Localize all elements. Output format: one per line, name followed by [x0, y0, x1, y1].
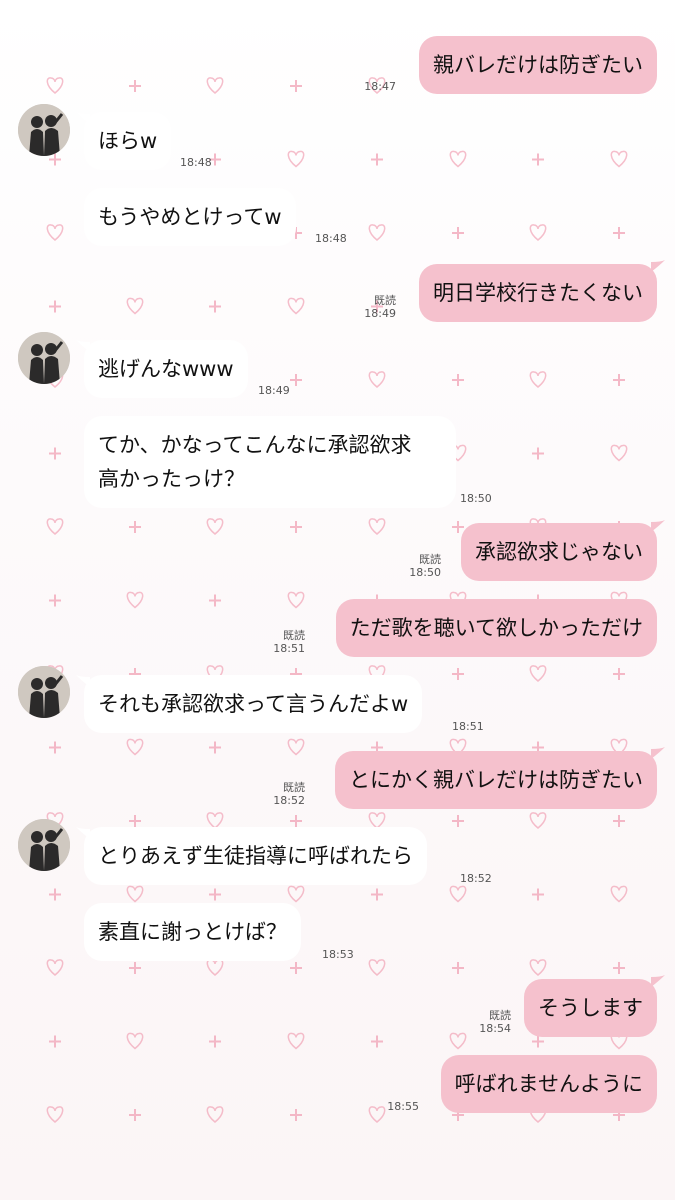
read-receipt: 既読 — [419, 553, 441, 566]
message-meta: 既読 18:52 — [273, 781, 305, 807]
read-receipt: 既読 — [283, 629, 305, 642]
message-meta: 18:55 — [387, 1100, 419, 1113]
message-time: 18:55 — [387, 1100, 419, 1113]
read-receipt: 既読 — [374, 294, 396, 307]
message-meta: 既読 18:50 — [409, 553, 441, 579]
outgoing-message[interactable]: とにかく親バレだけは防ぎたい — [335, 751, 657, 809]
incoming-message[interactable]: 素直に謝っとけば？ — [84, 903, 301, 961]
incoming-message[interactable]: それも承認欲求って言うんだよw — [84, 675, 423, 733]
message-text-line: 高かったっけ？ — [98, 467, 245, 491]
outgoing-message[interactable]: 呼ばれませんように — [440, 1055, 657, 1113]
message-time: 18:51 — [273, 642, 305, 655]
avatar[interactable] — [18, 332, 70, 384]
message-meta: 既読 18:49 — [364, 294, 396, 320]
message-meta: 18:53 — [322, 948, 354, 961]
outgoing-message[interactable]: ただ歌を聴いて欲しかっただけ — [335, 599, 657, 657]
message-text: 逃げんなwww — [98, 357, 234, 381]
incoming-message[interactable]: ほらw — [84, 112, 172, 170]
read-receipt: 既読 — [283, 781, 305, 794]
message-time: 18:53 — [322, 948, 354, 961]
message-meta: 18:51 — [452, 720, 484, 733]
message-time: 18:54 — [479, 1022, 511, 1035]
message-meta: 18:48 — [180, 156, 212, 169]
message-meta: 既読 18:54 — [479, 1009, 511, 1035]
chat-area: 親バレだけは防ぎたい 18:47 ほらw 18:48 もうやめとけってw 18:… — [0, 0, 675, 1200]
message-time: 18:49 — [258, 384, 290, 397]
message-text: そうします — [538, 996, 643, 1020]
message-meta: 18:50 — [460, 492, 492, 505]
incoming-message[interactable]: とりあえず生徒指導に呼ばれたら — [84, 827, 427, 885]
message-time: 18:49 — [364, 307, 396, 320]
outgoing-message[interactable]: 親バレだけは防ぎたい — [419, 36, 657, 94]
message-time: 18:52 — [460, 872, 492, 885]
message-text: 承認欲求じゃない — [475, 540, 643, 564]
message-meta: 既読 18:51 — [273, 629, 305, 655]
message-time: 18:48 — [315, 232, 347, 245]
message-text: とりあえず生徒指導に呼ばれたら — [98, 844, 413, 868]
message-text: 素直に謝っとけば？ — [98, 920, 287, 944]
message-text: もうやめとけってw — [98, 205, 282, 229]
message-text: ほらw — [98, 129, 158, 153]
message-time: 18:48 — [180, 156, 212, 169]
incoming-message[interactable]: てか、かなってこんなに承認欲求 高かったっけ？ — [84, 416, 456, 508]
message-time: 18:52 — [273, 794, 305, 807]
read-receipt: 既読 — [489, 1009, 511, 1022]
message-text: 明日学校行きたくない — [433, 281, 643, 305]
message-text: 親バレだけは防ぎたい — [433, 53, 643, 77]
outgoing-message[interactable]: そうします — [524, 979, 657, 1037]
message-text: それも承認欲求って言うんだよw — [98, 692, 409, 716]
avatar[interactable] — [18, 104, 70, 156]
avatar[interactable] — [18, 666, 70, 718]
message-text: とにかく親バレだけは防ぎたい — [349, 768, 643, 792]
message-meta: 18:47 — [364, 80, 396, 93]
incoming-message[interactable]: 逃げんなwww — [84, 340, 248, 398]
avatar[interactable] — [18, 819, 70, 871]
incoming-message[interactable]: もうやめとけってw — [84, 188, 296, 246]
outgoing-message[interactable]: 明日学校行きたくない — [419, 264, 657, 322]
message-time: 18:50 — [460, 492, 492, 505]
message-meta: 18:52 — [460, 872, 492, 885]
message-meta: 18:49 — [258, 384, 290, 397]
message-meta: 18:48 — [315, 232, 347, 245]
outgoing-message[interactable]: 承認欲求じゃない — [461, 523, 657, 581]
message-time: 18:51 — [452, 720, 484, 733]
message-time: 18:50 — [409, 566, 441, 579]
message-text: 呼ばれませんように — [454, 1072, 643, 1096]
message-text-line: てか、かなってこんなに承認欲求 — [98, 433, 412, 457]
message-time: 18:47 — [364, 80, 396, 93]
message-text: ただ歌を聴いて欲しかっただけ — [349, 616, 643, 640]
